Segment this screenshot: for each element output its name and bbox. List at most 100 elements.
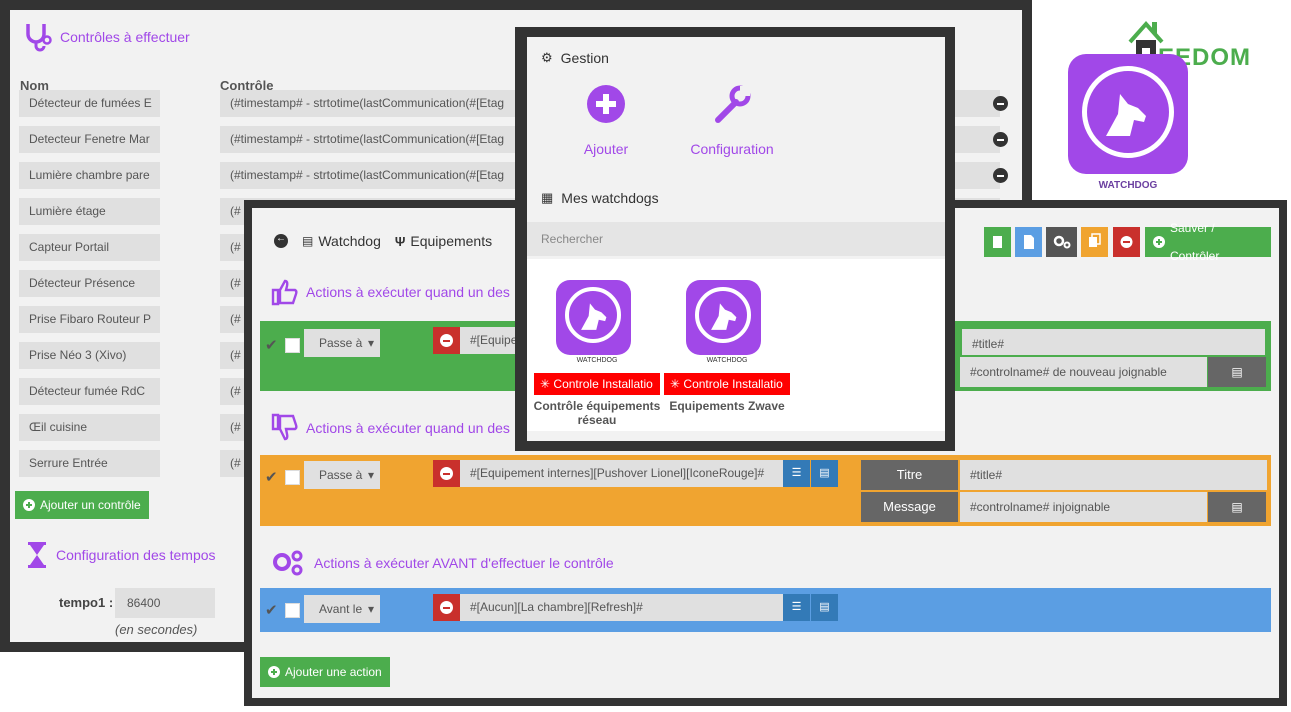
gear-icon: ⚙: [541, 50, 553, 65]
editor-toolbar: ▤ Watchdog Ψ Equipements: [260, 222, 520, 260]
remove-action-button[interactable]: [433, 327, 460, 354]
add-watchdog-button[interactable]: Ajouter: [567, 84, 645, 157]
add-action-button[interactable]: Ajouter une action: [260, 657, 390, 687]
control-name-input[interactable]: Œil cuisine: [19, 414, 160, 441]
remove-control-icon[interactable]: [993, 132, 1008, 147]
gestion-panel: ⚙ Gestion Ajouter Configuration ▦ Mes wa…: [527, 37, 945, 441]
configuration-button[interactable]: Configuration: [677, 84, 787, 157]
list-icon: ▤: [819, 601, 830, 613]
message-label: Message: [861, 492, 958, 522]
trigger-select[interactable]: Avant le: [304, 595, 380, 623]
control-name-input[interactable]: Lumière étage: [19, 198, 160, 225]
timing-header: Configuration des tempos: [28, 542, 216, 568]
stethoscope-icon: [26, 24, 52, 52]
thumbs-down-icon: [271, 413, 298, 441]
tasks-icon: ☰: [791, 601, 802, 613]
list-icon: ▤: [1231, 365, 1243, 379]
option-checkbox[interactable]: [285, 338, 300, 353]
book-icon: [993, 236, 1002, 248]
message-options-button[interactable]: ▤: [1208, 492, 1266, 522]
stethoscope-small-icon: Ψ: [394, 233, 406, 249]
controls-title: Contrôles à effectuer: [60, 29, 190, 45]
wrench-icon: [715, 85, 751, 123]
control-name-input[interactable]: Detecteur Fenetre Mar: [19, 126, 160, 153]
watchdog-card[interactable]: WATCHDOG ✳ Controle Installatio Contrôle…: [533, 277, 661, 437]
title-input[interactable]: #title#: [960, 460, 1267, 490]
table-icon: ▤: [302, 234, 314, 248]
list-icon: ▤: [819, 467, 830, 479]
search-input[interactable]: Rechercher: [527, 222, 945, 256]
cogs-icon: [273, 550, 303, 576]
dog-icon: [711, 303, 737, 330]
command-list-button[interactable]: ☰: [783, 460, 810, 487]
category-tag: ✳ Controle Installatio: [534, 373, 660, 395]
dog-icon: [581, 303, 607, 330]
option-checkbox[interactable]: [285, 470, 300, 485]
message-input[interactable]: #controlname# de nouveau joignable: [960, 357, 1207, 387]
card-name: Equipements Zwave: [669, 399, 785, 413]
command-input[interactable]: #[Equipement internes][Pushover Lionel][…: [460, 460, 783, 487]
remove-action-button[interactable]: [433, 594, 460, 621]
control-name-input[interactable]: Lumière chambre pare: [19, 162, 160, 189]
add-label: Ajouter: [583, 141, 629, 157]
controls-header: Contrôles à effectuer: [24, 22, 190, 52]
command-options-button[interactable]: ▤: [811, 594, 838, 621]
watchdog-logo-text: WATCHDOG: [576, 357, 618, 364]
section-failure-title: Actions à exécuter quand un des: [270, 413, 510, 443]
message-options-button[interactable]: ▤: [1208, 357, 1266, 387]
back-icon[interactable]: [274, 233, 288, 248]
gestion-window: ⚙ Gestion Ajouter Configuration ▦ Mes wa…: [515, 27, 955, 451]
control-name-input[interactable]: Prise Fibaro Routeur P: [19, 306, 160, 333]
save-button[interactable]: Sauver / Contrôler: [1145, 221, 1271, 263]
tempo-input[interactable]: 86400: [115, 588, 215, 618]
watchdog-plugin-logo: [1068, 54, 1188, 174]
section-success-title: Actions à exécuter quand un des: [270, 278, 510, 306]
tempo-unit: (en secondes): [115, 622, 198, 637]
remove-control-icon[interactable]: [993, 96, 1008, 111]
message-input[interactable]: #controlname# injoignable: [960, 492, 1207, 522]
log-button[interactable]: [984, 227, 1011, 257]
command-input[interactable]: #[Aucun][La chambre][Refresh]#: [460, 594, 783, 621]
file-button[interactable]: [1015, 227, 1042, 257]
control-name-input[interactable]: Détecteur de fumées E: [19, 90, 160, 117]
tab-watchdog[interactable]: ▤ Watchdog: [302, 233, 381, 249]
watchdog-plugin-label: WATCHDOG: [1098, 180, 1158, 191]
command-options-button[interactable]: ▤: [811, 460, 838, 487]
minus-circle-icon: [1120, 236, 1133, 248]
settings-button[interactable]: [1046, 227, 1077, 257]
remove-action-button[interactable]: [433, 460, 460, 487]
trigger-select[interactable]: Passe à: [304, 461, 380, 489]
enable-checkbox[interactable]: ✔: [265, 470, 280, 485]
trigger-select[interactable]: Passe à: [304, 329, 380, 357]
control-name-input[interactable]: Détecteur fumée RdC: [19, 378, 160, 405]
section-before-title: Actions à exécuter AVANT d'effectuer le …: [270, 548, 614, 578]
category-tag: ✳ Controle Installatio: [664, 373, 790, 395]
tab-equipements[interactable]: Ψ Equipements: [395, 233, 492, 249]
command-list-button[interactable]: ☰: [783, 594, 810, 621]
control-name-input[interactable]: Détecteur Présence: [19, 270, 160, 297]
title-label: Titre: [861, 460, 958, 490]
remove-control-icon[interactable]: [993, 168, 1008, 183]
tempo-label: tempo1 :: [59, 595, 114, 610]
watchdog-card[interactable]: WATCHDOG ✳ Controle Installatio Equipeme…: [663, 277, 791, 437]
list-icon: ▤: [1231, 500, 1243, 514]
enable-checkbox[interactable]: ✔: [265, 338, 280, 353]
action-band-before: ✔ Avant le #[Aucun][La chambre][Refresh]…: [260, 588, 1271, 632]
check-circle-icon: [1153, 236, 1165, 248]
control-name-input[interactable]: Prise Néo 3 (Xivo): [19, 342, 160, 369]
sun-icon: ✳: [540, 377, 551, 391]
plus-circle-icon: [587, 85, 625, 123]
sun-icon: ✳: [670, 377, 681, 391]
title-input[interactable]: #title#: [960, 327, 1267, 357]
delete-button[interactable]: [1113, 227, 1140, 257]
hourglass-icon: [28, 542, 46, 568]
control-name-input[interactable]: Capteur Portail: [19, 234, 160, 261]
control-name-input[interactable]: Serrure Entrée: [19, 450, 160, 477]
option-checkbox[interactable]: [285, 603, 300, 618]
watchdog-logo: [556, 280, 631, 355]
cogs-icon: [1053, 235, 1071, 249]
enable-checkbox[interactable]: ✔: [265, 603, 280, 618]
add-control-button[interactable]: Ajouter un contrôle: [15, 491, 149, 519]
action-band-failure: ✔ Passe à #[Equipement internes][Pushove…: [260, 455, 1271, 526]
duplicate-button[interactable]: [1081, 227, 1108, 257]
